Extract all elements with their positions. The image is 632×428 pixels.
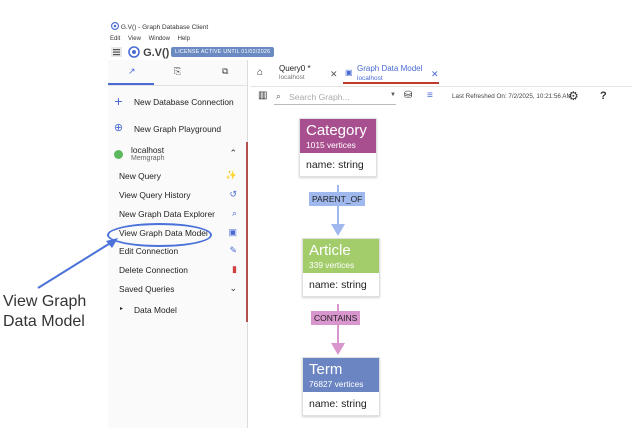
node-article-name: Article [309,242,351,259]
tab-query0-sub: localhost [279,74,305,81]
documents-tab-icon[interactable]: ⎘ [174,66,181,77]
tab-bar: ⌂ Query0 * localhost ✕ ▣ Graph Data Mode… [250,60,632,87]
tree-item-data-model[interactable]: ▸ Data Model [108,304,247,320]
new-graph-data-explorer-label: New Graph Data Explorer [119,209,215,219]
tab-graph-data-model-title: Graph Data Model [357,64,423,73]
search-graph-field[interactable]: ⌕ Search Graph... ▼ [274,90,396,105]
node-term[interactable]: Term 76827 vertices name: string [302,357,380,416]
view-query-history-label: View Query History [119,190,191,200]
node-category-count: 1015 vertices [306,140,356,150]
history-icon: ↺ [229,189,237,199]
magic-wand-icon: ✨ [225,170,237,180]
database-refresh-icon[interactable]: ⛁ [404,90,412,101]
edge-contains-arrowhead [331,343,345,355]
license-badge: LICENSE ACTIVE UNTIL 01/02/2026 [171,47,275,57]
close-tab-query0-icon[interactable]: ✕ [330,69,338,80]
window-title-row: G.V() - Graph Database Client [110,21,209,31]
list-view-icon[interactable]: ≡ [427,90,433,101]
window-title: G.V() - Graph Database Client [120,24,209,31]
menu-bar: Edit View Window Help [110,36,196,42]
node-term-property: name: string [309,398,367,410]
connection-type: Memgraph [131,155,165,162]
home-icon[interactable]: ⌂ [257,67,263,78]
annotation-line-2: Data Model [3,313,85,330]
search-icon: ⌕ [276,91,281,101]
node-article-header: Article 339 vertices [303,239,379,273]
node-category-property: name: string [306,159,364,171]
tab-query0-title: Query0 * [279,64,311,73]
new-database-connection-label: New Database Connection [134,97,234,107]
database-tab-icon: ▣ [345,68,353,77]
brand-logo-icon [128,46,140,58]
menu-edit[interactable]: Edit [110,36,120,42]
edit-icon: ✎ [229,245,237,255]
close-tab-graph-data-model-icon[interactable]: ✕ [431,69,439,80]
node-category-header: Category 1015 vertices [300,119,376,153]
node-category-name: Category [306,122,367,139]
brand: G.V() [128,46,169,59]
globe-icon: ⊕ [113,122,124,134]
saved-queries-label: Saved Queries [119,284,175,294]
node-category[interactable]: Category 1015 vertices name: string [299,118,377,177]
sidebar-item-new-graph-data-explorer[interactable]: New Graph Data Explorer ⌕ [108,208,247,224]
connection-status-icon [114,150,123,159]
new-query-label: New Query [119,171,161,181]
trash-icon: ▮ [232,264,237,274]
database-icon: ▣ [228,227,237,237]
new-database-connection-button[interactable]: + New Database Connection [108,94,247,112]
search-graph-placeholder: Search Graph... [289,92,350,102]
connection-header[interactable]: localhost Memgraph ⌃ [108,145,247,167]
plus-icon: + [114,93,123,109]
edge-contains-label[interactable]: CONTAINS [311,311,361,325]
menu-help[interactable]: Help [178,36,190,42]
connection-name: localhost [131,145,165,155]
sidebar-accent-bar [246,142,248,322]
settings-gear-icon[interactable]: ⚙ [568,89,579,103]
sidebar-item-edit-connection[interactable]: Edit Connection ✎ [108,245,247,261]
node-article-count: 339 vertices [309,260,355,270]
app-logo-icon [110,21,120,31]
edge-parent-of-arrowhead [331,224,345,236]
new-graph-playground-button[interactable]: ⊕ New Graph Playground [108,121,247,139]
annotation-label: View Graph Data Model [3,292,86,332]
active-tab-indicator [108,83,154,85]
node-article-property: name: string [309,279,367,291]
edge-parent-of-label[interactable]: PARENT_OF [309,192,366,206]
node-term-count: 76827 vertices [309,379,364,389]
brand-name: G.V() [143,47,170,59]
last-refreshed-text: Last Refreshed On: 7/2/2025, 10:21:56 AM [452,93,572,100]
connections-tab-icon[interactable]: ↗ [128,66,136,77]
menu-window[interactable]: Window [149,36,170,42]
tab-graph-data-model-sub: localhost [357,75,383,82]
data-model-label: Data Model [134,305,177,315]
chevron-down-icon[interactable]: ⌄ [229,283,237,294]
sidebar-item-view-query-history[interactable]: View Query History ↺ [108,189,247,205]
sidebar-tabs: ↗ ⎘ ⧉ [108,60,247,86]
saved-queries-header[interactable]: Saved Queries ⌄ [108,283,247,299]
node-article[interactable]: Article 339 vertices name: string [302,238,380,297]
annotation-arrow [37,238,118,289]
menu-view[interactable]: View [128,36,141,42]
title-bar: G.V() - Graph Database Client [108,0,632,34]
delete-connection-label: Delete Connection [119,265,188,275]
sidebar-item-new-query[interactable]: New Query ✨ [108,170,247,186]
node-term-name: Term [309,361,343,378]
explore-icon: ⌕ [231,208,237,218]
map-icon[interactable]: ▥ [258,90,267,101]
help-button[interactable]: ? [600,90,607,102]
tab-graph-data-model[interactable]: ▣ Graph Data Model localhost [343,64,439,84]
node-term-header: Term 76827 vertices [303,358,379,392]
hamburger-menu-icon[interactable] [111,47,122,57]
tab-query0[interactable]: Query0 * localhost [279,64,311,82]
sidebar-item-delete-connection[interactable]: Delete Connection ▮ [108,264,247,280]
graph-toolbar: ▥ ⌕ Search Graph... ▼ ⛁ ≡ Last Refreshed… [250,87,632,111]
caret-right-icon[interactable]: ▸ [120,305,123,312]
new-graph-playground-label: New Graph Playground [134,124,222,134]
dropdown-arrow-icon[interactable]: ▼ [390,92,396,98]
annotation-line-1: View Graph [3,293,87,310]
clipboard-tab-icon[interactable]: ⧉ [222,66,228,77]
edit-connection-label: Edit Connection [119,246,179,256]
app-bar: G.V() LICENSE ACTIVE UNTIL 01/02/2026 [108,45,632,60]
chevron-up-icon[interactable]: ⌃ [229,148,237,159]
